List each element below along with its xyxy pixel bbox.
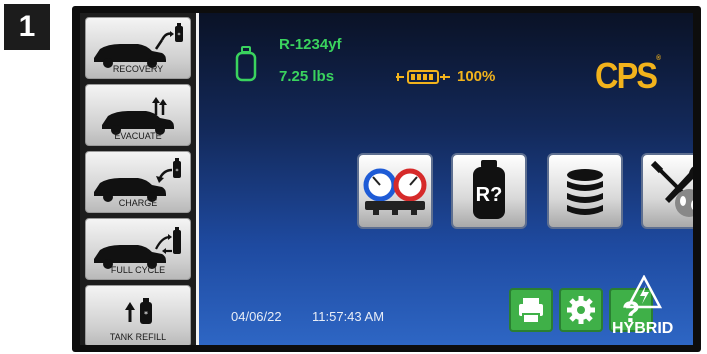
hybrid-label: HYBRID: [612, 320, 674, 337]
touch-screen: * RECOVERY EVACUATE * CHARGE FULL CYCLE …: [80, 13, 693, 345]
main-panel: R-1234yf 7.25 lbs 100% CPS® R? 04/06/22 …: [199, 13, 693, 345]
settings-button[interactable]: [559, 288, 603, 332]
refrigerant-tank-icon: [235, 46, 257, 82]
charge-button[interactable]: * CHARGE: [85, 151, 191, 213]
refrigerant-identifier-text: R?: [476, 184, 503, 206]
refrigerant-type: R-1234yf: [279, 36, 342, 53]
hybrid-warning-icon: [626, 275, 662, 309]
refrigerant-tank-question-icon: R?: [473, 160, 505, 219]
step-number-badge: 1: [4, 4, 50, 50]
database-button[interactable]: [547, 153, 623, 229]
logo-text: CPS: [595, 55, 658, 96]
recovery-button[interactable]: * RECOVERY: [85, 17, 191, 79]
database-icon: [567, 169, 603, 215]
battery-icon: [396, 70, 450, 84]
sidebar-item-label: CHARGE: [118, 198, 158, 208]
svg-text:*: *: [176, 168, 179, 175]
tools-wrench-screwdriver-icon: [650, 160, 693, 217]
svg-text:*: *: [144, 310, 148, 319]
logo-registered-mark: ®: [656, 55, 661, 62]
tank-weight: 7.25 lbs: [279, 68, 335, 85]
cps-logo: CPS®: [595, 55, 661, 97]
full-cycle-button[interactable]: FULL CYCLE: [85, 218, 191, 280]
battery-percentage: 100%: [457, 68, 496, 85]
sidebar-item-label: RECOVERY: [112, 64, 164, 74]
refrigerant-identifier-button[interactable]: R?: [451, 153, 527, 229]
sidebar-item-label: TANK REFILL: [109, 332, 167, 342]
sidebar: * RECOVERY EVACUATE * CHARGE FULL CYCLE …: [80, 13, 196, 345]
sidebar-item-label: FULL CYCLE: [110, 265, 166, 275]
print-button[interactable]: [509, 288, 553, 332]
tank-refill-button[interactable]: * TANK REFILL: [85, 285, 191, 345]
tools-button[interactable]: [641, 153, 693, 229]
evacuate-button[interactable]: EVACUATE: [85, 84, 191, 146]
time-display: 11:57:43 AM: [312, 309, 385, 324]
gear-icon: [567, 296, 595, 324]
sidebar-item-label: EVACUATE: [114, 131, 162, 141]
date-display: 04/06/22: [231, 309, 282, 324]
svg-text:*: *: [178, 32, 181, 39]
device-bezel: * RECOVERY EVACUATE * CHARGE FULL CYCLE …: [72, 6, 701, 352]
gauges-button[interactable]: [357, 153, 433, 229]
printer-icon: [519, 298, 543, 324]
pressure-gauges-icon: [363, 168, 427, 215]
